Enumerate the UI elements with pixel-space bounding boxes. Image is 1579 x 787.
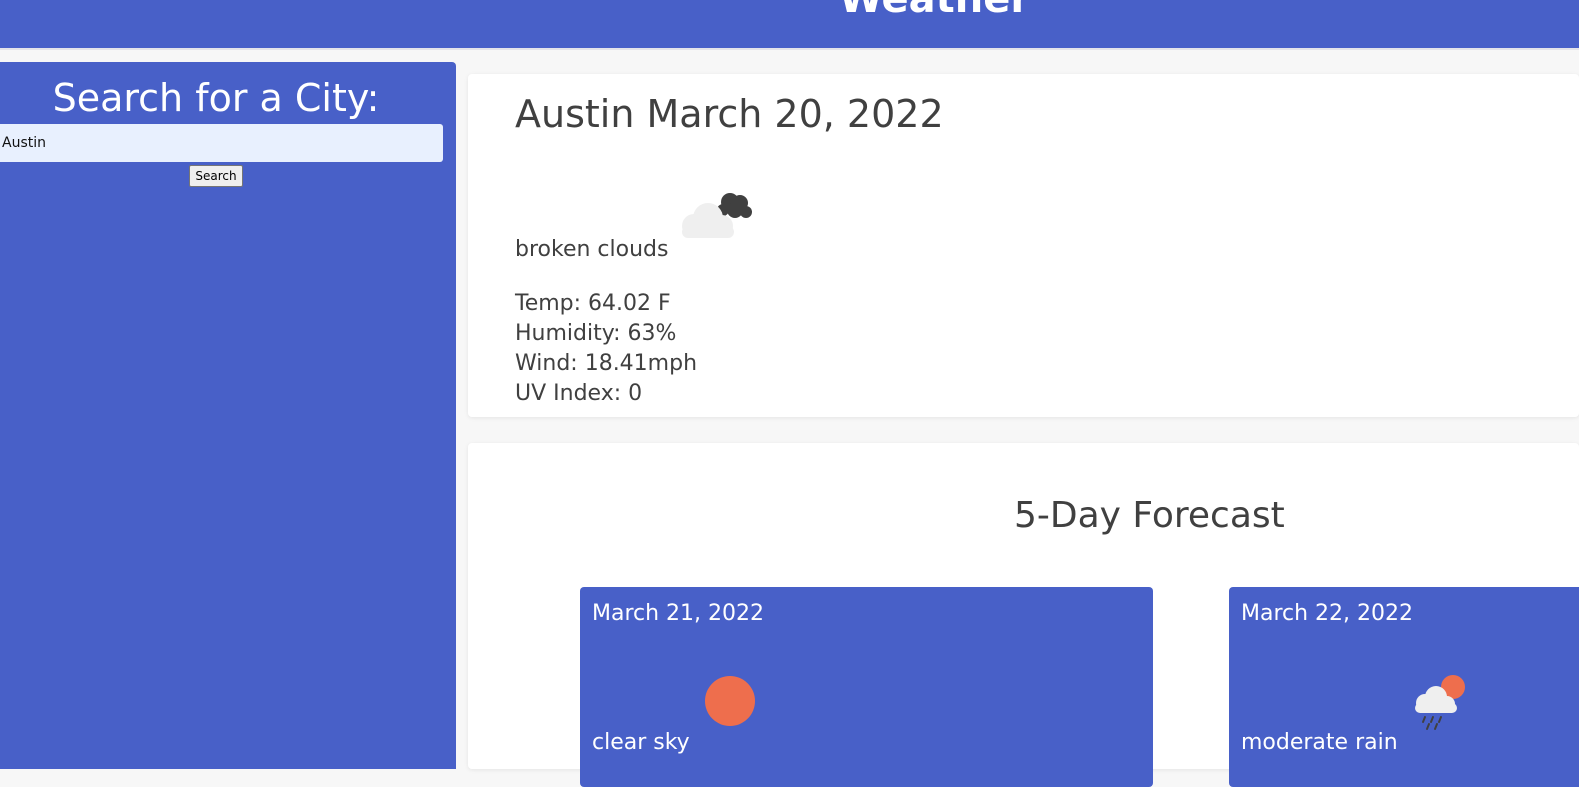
temperature: Temp: 64.02 F xyxy=(515,291,671,316)
search-button[interactable]: Search xyxy=(189,165,243,187)
current-stats: Temp: 64.02 F Humidity: 63% Wind: 18.41m… xyxy=(515,289,697,409)
clear-sky-icon xyxy=(705,676,755,726)
weather-description: broken clouds xyxy=(515,237,669,262)
page-title: Weather xyxy=(0,0,1579,22)
city-search-input[interactable] xyxy=(0,124,443,162)
page-header: Weather xyxy=(0,0,1579,50)
search-sidebar: Search for a City: Search xyxy=(0,62,456,769)
broken-clouds-icon xyxy=(682,193,752,238)
forecast-day-card: March 22, 2022 moderate rain xyxy=(1229,587,1579,787)
forecast-date: March 21, 2022 xyxy=(592,601,765,626)
forecast-panel: 5-Day Forecast March 21, 2022 clear sky … xyxy=(468,443,1579,787)
moderate-rain-icon xyxy=(1415,675,1465,730)
uv-index: UV Index: 0 xyxy=(515,381,643,406)
forecast-heading: 5-Day Forecast xyxy=(1014,495,1285,536)
wind-speed: Wind: 18.41mph xyxy=(515,351,698,376)
current-weather-card: Austin March 20, 2022 broken clouds Temp… xyxy=(468,74,1579,417)
search-heading: Search for a City: xyxy=(52,76,380,120)
forecast-description: clear sky xyxy=(592,730,690,755)
forecast-date: March 22, 2022 xyxy=(1241,601,1414,626)
forecast-description: moderate rain xyxy=(1241,730,1398,755)
forecast-day-card: March 21, 2022 clear sky xyxy=(580,587,1153,787)
humidity: Humidity: 63% xyxy=(515,321,677,346)
city-date-heading: Austin March 20, 2022 xyxy=(515,92,944,136)
